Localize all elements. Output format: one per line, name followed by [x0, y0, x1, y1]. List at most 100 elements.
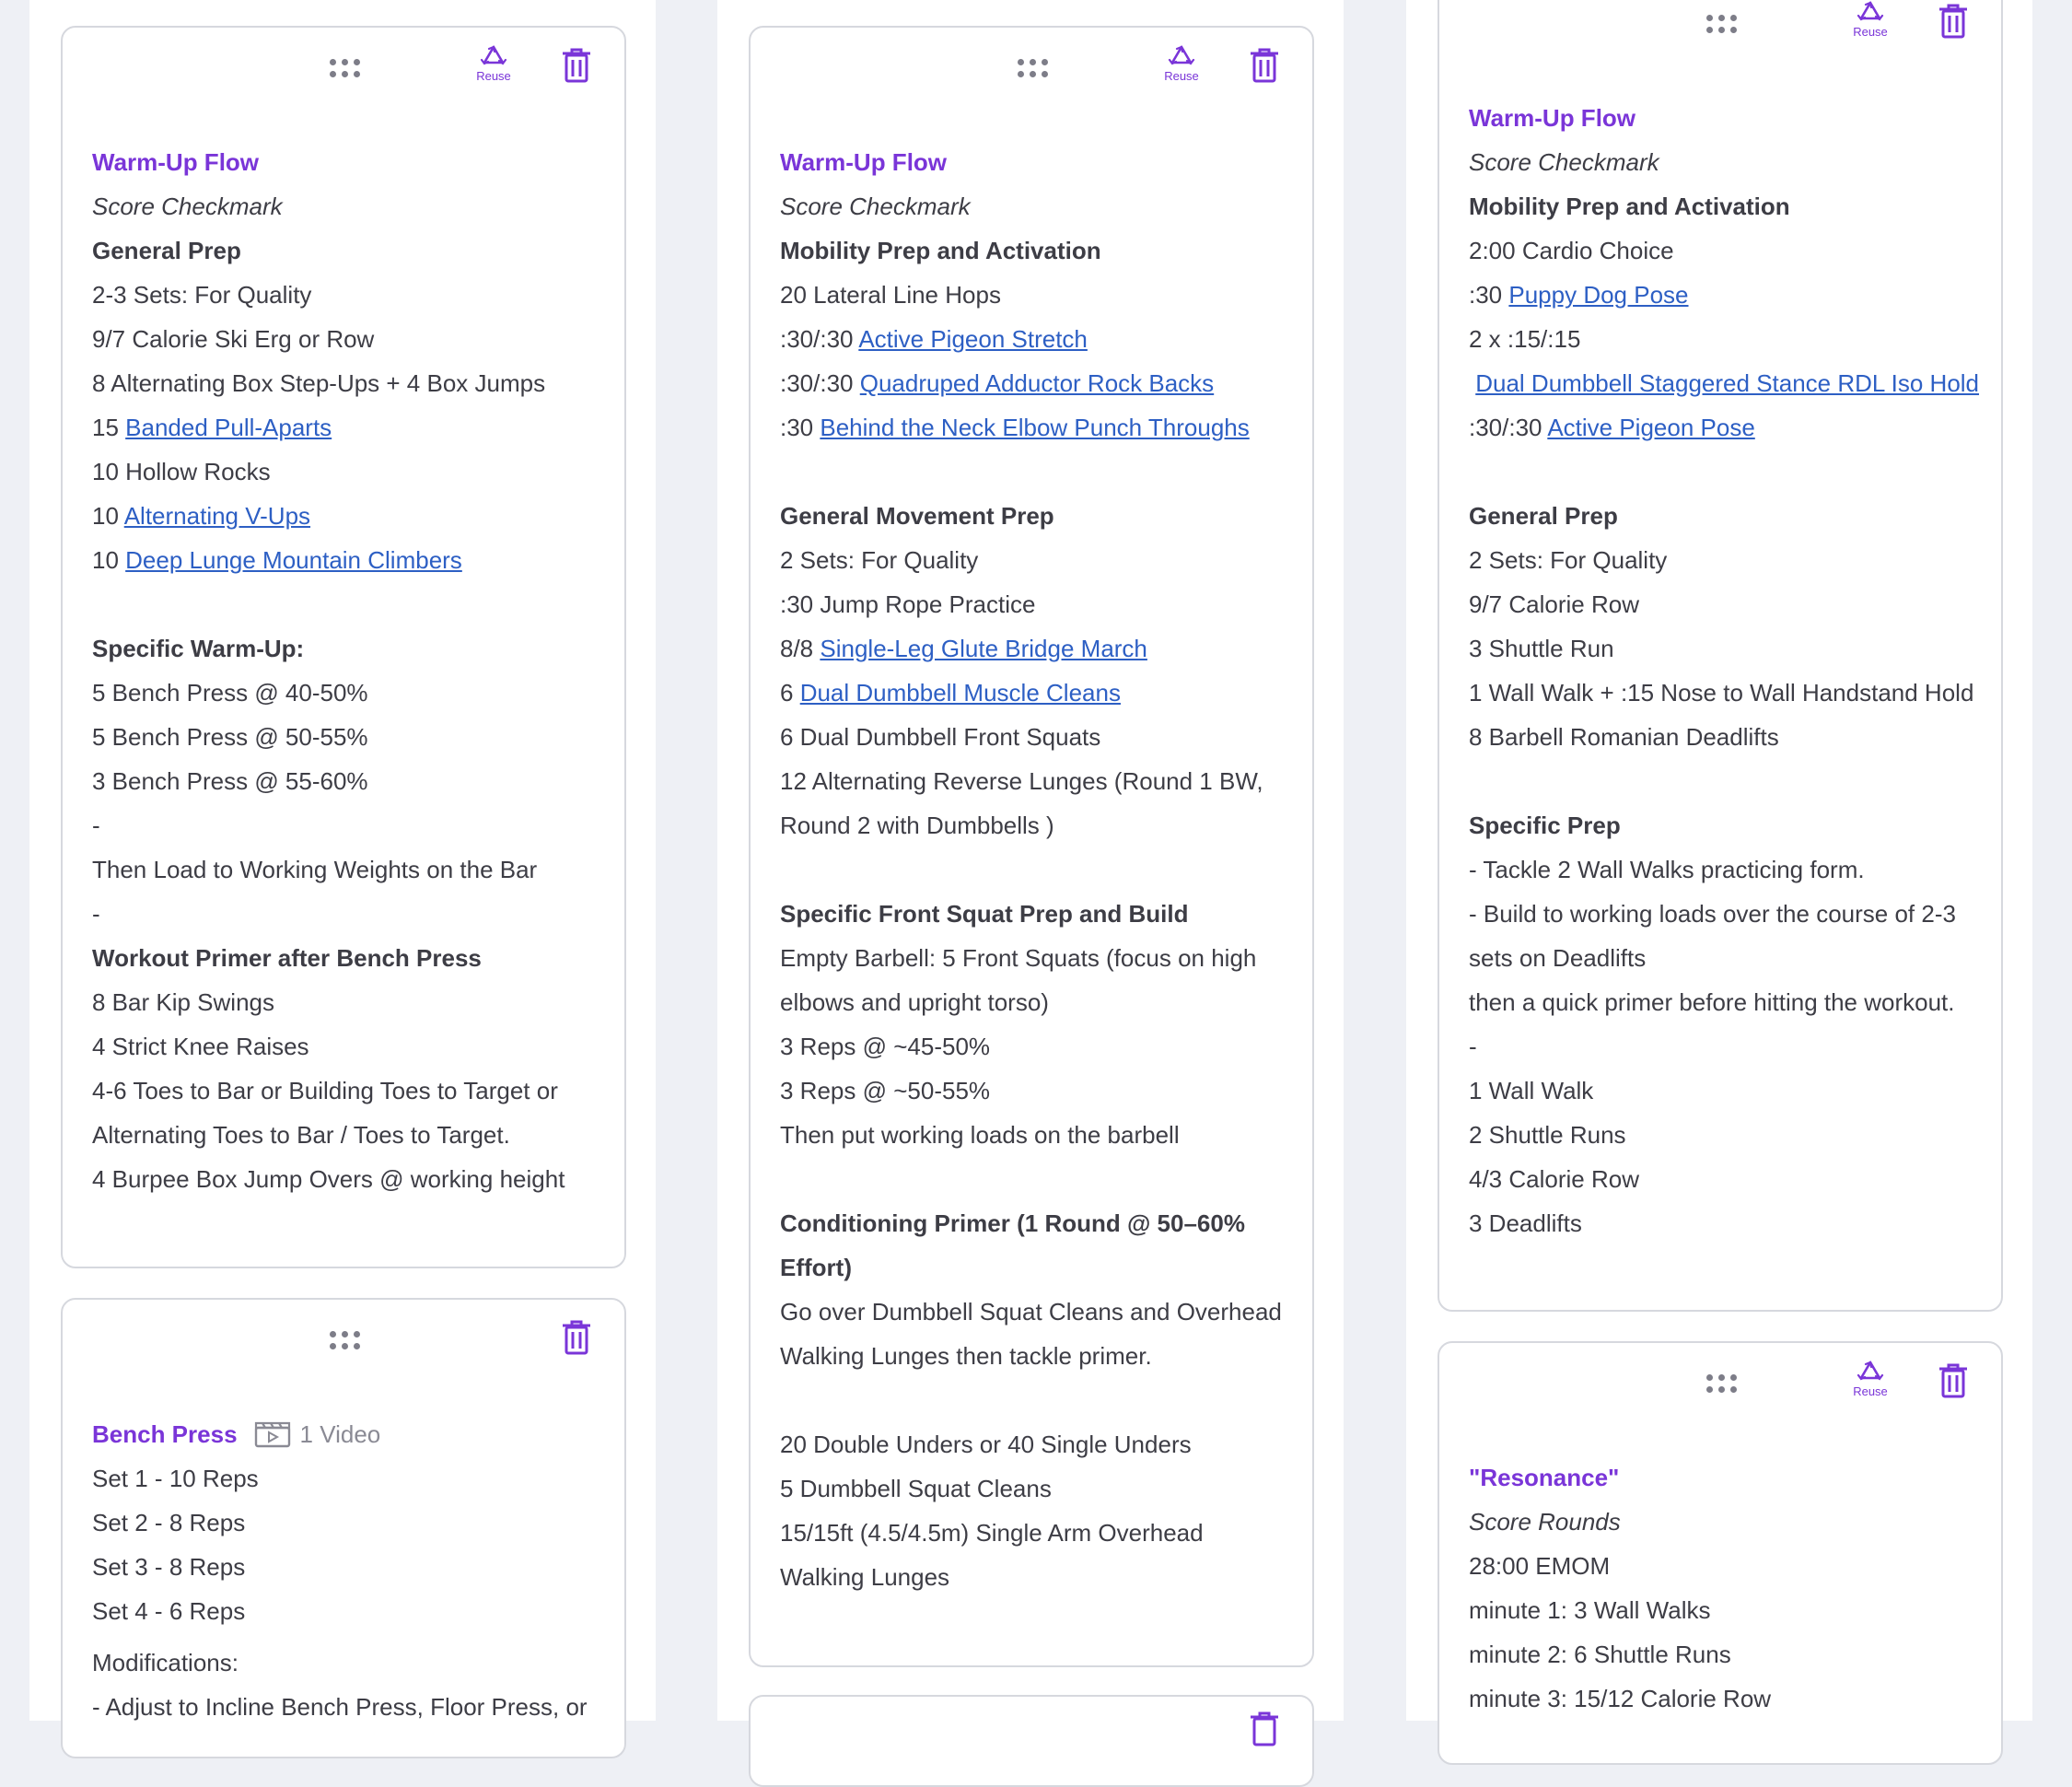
workout-column-1: Reuse Warm-Up Flow Score Checkmark Gener…	[29, 0, 656, 1758]
workout-line: Alternating Toes to Bar / Toes to Target…	[92, 1121, 510, 1149]
delete-button[interactable]	[1248, 46, 1288, 90]
warmup-flow-card: Reuse Warm-Up Flow Score Checkmark Mobil…	[1438, 0, 2003, 1312]
workout-line: :30/:30 Active Pigeon Pose	[1469, 405, 1983, 450]
card-toolbar: Reuse	[63, 28, 624, 111]
reuse-label: Reuse	[1853, 25, 1888, 39]
separator-dash: -	[1469, 1033, 1477, 1060]
workout-line: Dual Dumbbell Staggered Stance RDL Iso H…	[1469, 361, 1983, 405]
workout-line: 2 Sets: For Quality	[780, 546, 979, 574]
workout-line: 2 Shuttle Runs	[1469, 1121, 1626, 1149]
rep-prefix: :30/:30	[1469, 414, 1548, 441]
workout-line: Go over Dumbbell Squat Cleans and Overhe…	[780, 1298, 1282, 1326]
exercise-link[interactable]: Behind the Neck Elbow Punch Throughs	[820, 414, 1249, 441]
section-heading: Mobility Prep and Activation	[1469, 193, 1790, 220]
warmup-flow-card: Reuse Warm-Up Flow Score Checkmark Mobil…	[749, 26, 1314, 1667]
drag-dots-icon[interactable]	[1706, 15, 1738, 35]
workout-line: 6 Dual Dumbbell Muscle Cleans	[780, 671, 1294, 715]
workout-line: 4 Burpee Box Jump Overs @ working height	[92, 1165, 565, 1193]
workout-line: 10 Hollow Rocks	[92, 458, 271, 485]
set-line: Set 4 - 6 Reps	[92, 1597, 246, 1625]
reuse-label: Reuse	[1853, 1384, 1888, 1398]
workout-column-3: Reuse Warm-Up Flow Score Checkmark Mobil…	[1406, 0, 2032, 1765]
score-type: Score Rounds	[1469, 1508, 1621, 1536]
drag-dots-icon[interactable]	[1706, 1374, 1738, 1395]
exercise-link[interactable]: Quadruped Adductor Rock Backs	[860, 369, 1214, 397]
trash-icon	[563, 48, 590, 83]
workout-line: sets on Deadlifts	[1469, 944, 1647, 972]
workout-line: 8/8 Single-Leg Glute Bridge March	[780, 626, 1294, 671]
reuse-button[interactable]: Reuse	[1154, 44, 1209, 96]
workout-line: minute 3: 15/12 Calorie Row	[1469, 1685, 1772, 1712]
workout-line: 2-3 Sets: For Quality	[92, 281, 312, 309]
workout-line: 20 Double Unders or 40 Single Unders	[780, 1431, 1192, 1458]
separator-dash: -	[92, 812, 100, 839]
rep-prefix: 6	[780, 679, 800, 707]
recycle-icon	[1857, 1, 1884, 21]
workout-line: 8 Barbell Romanian Deadlifts	[1469, 723, 1779, 751]
card-title[interactable]: Warm-Up Flow	[92, 140, 606, 184]
exercise-link[interactable]: Puppy Dog Pose	[1508, 281, 1688, 309]
workout-line: Then put working loads on the barbell	[780, 1121, 1180, 1149]
exercise-link[interactable]: Active Pigeon Pose	[1547, 414, 1754, 441]
exercise-link[interactable]: Banded Pull-Aparts	[125, 414, 332, 441]
video-clapper-icon	[254, 1421, 290, 1448]
score-type: Score Checkmark	[92, 193, 283, 220]
drag-dots-icon[interactable]	[330, 59, 361, 79]
card-toolbar: Reuse	[1439, 0, 2001, 66]
workout-line: elbows and upright torso)	[780, 988, 1049, 1016]
drag-dots-icon[interactable]	[1018, 59, 1049, 79]
workout-line: 2 Sets: For Quality	[1469, 546, 1668, 574]
delete-button[interactable]	[560, 46, 600, 90]
exercise-link[interactable]: Dual Dumbbell Staggered Stance RDL Iso H…	[1475, 369, 1979, 397]
rep-prefix: :30/:30	[780, 369, 860, 397]
workout-line: - Build to working loads over the course…	[1469, 900, 1956, 928]
delete-button[interactable]	[1248, 1710, 1288, 1754]
exercise-link[interactable]: Deep Lunge Mountain Climbers	[125, 546, 462, 574]
workout-line: :30 Behind the Neck Elbow Punch Throughs	[780, 405, 1294, 450]
card-title[interactable]: Bench Press	[92, 1420, 238, 1448]
drag-dots-icon[interactable]	[330, 1331, 361, 1351]
delete-button[interactable]	[1937, 1361, 1977, 1406]
workout-line: 3 Reps @ ~50-55%	[780, 1077, 991, 1104]
card-title[interactable]: "Resonance"	[1469, 1455, 1983, 1500]
workout-line: 2:00 Cardio Choice	[1469, 237, 1674, 264]
warmup-flow-card: Reuse Warm-Up Flow Score Checkmark Gener…	[61, 26, 626, 1268]
reuse-label: Reuse	[476, 69, 511, 83]
exercise-link[interactable]: Alternating V-Ups	[124, 502, 310, 530]
bench-press-card: Bench Press 1 Video Set 1 - 10 Reps Set 2…	[61, 1298, 626, 1758]
exercise-link[interactable]: Active Pigeon Stretch	[858, 325, 1088, 353]
card-content: Warm-Up Flow Score Checkmark Mobility Pr…	[780, 140, 1294, 1599]
workout-line: Round 2 with Dumbbells )	[780, 812, 1054, 839]
video-attachment[interactable]: 1 Video	[254, 1420, 380, 1448]
card-toolbar: Reuse	[1439, 1343, 2001, 1426]
section-heading: Specific Warm-Up:	[92, 635, 305, 662]
workout-line: 28:00 EMOM	[1469, 1552, 1611, 1580]
delete-button[interactable]	[560, 1318, 600, 1362]
reuse-button[interactable]: Reuse	[1843, 1360, 1898, 1411]
reuse-label: Reuse	[1164, 69, 1199, 83]
workout-line: 9/7 Calorie Row	[1469, 590, 1639, 618]
delete-button[interactable]	[1937, 2, 1977, 46]
workout-line: Walking Lunges then tackle primer.	[780, 1342, 1152, 1370]
section-heading: General Prep	[1469, 502, 1618, 530]
exercise-link[interactable]: Single-Leg Glute Bridge March	[820, 635, 1147, 662]
rep-prefix: :30/:30	[780, 325, 859, 353]
reuse-button[interactable]: Reuse	[1843, 0, 1898, 52]
workout-line: 4-6 Toes to Bar or Building Toes to Targ…	[92, 1077, 558, 1104]
trash-icon	[1251, 48, 1278, 83]
resonance-card: Reuse "Resonance" Score Rounds 28:00 EMO…	[1438, 1341, 2003, 1765]
workout-line: 6 Dual Dumbbell Front Squats	[780, 723, 1101, 751]
exercise-link[interactable]: Dual Dumbbell Muscle Cleans	[800, 679, 1121, 707]
rep-prefix: 8/8	[780, 635, 821, 662]
card-title[interactable]: Warm-Up Flow	[780, 140, 1294, 184]
workout-line: 1 Wall Walk	[1469, 1077, 1594, 1104]
card-title[interactable]: Warm-Up Flow	[1469, 96, 1983, 140]
reuse-button[interactable]: Reuse	[466, 44, 521, 96]
recycle-icon	[1168, 45, 1195, 65]
workout-line: 3 Deadlifts	[1469, 1209, 1582, 1237]
workout-line: 8 Bar Kip Swings	[92, 988, 274, 1016]
card-content: Warm-Up Flow Score Checkmark General Pre…	[92, 140, 606, 1201]
trash-icon	[1939, 4, 1967, 39]
